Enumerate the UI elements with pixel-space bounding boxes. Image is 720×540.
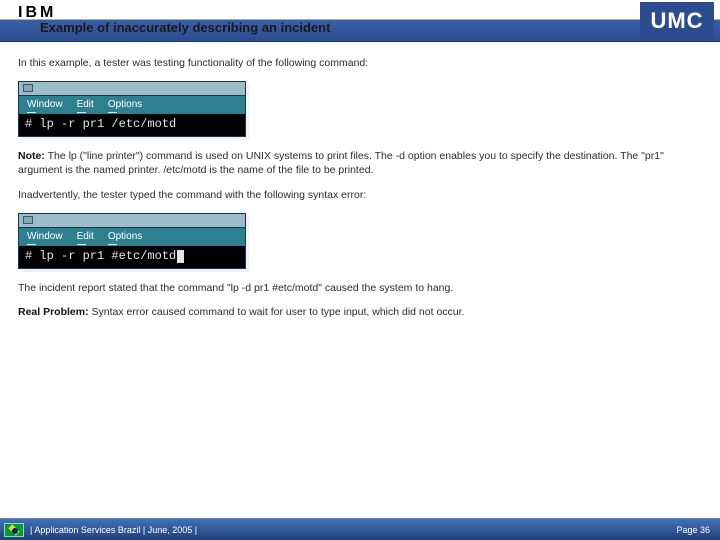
terminal-menubar: Window Edit Options bbox=[19, 96, 245, 114]
menu-edit: Edit bbox=[77, 230, 94, 244]
umc-logo: UMC bbox=[640, 2, 714, 40]
page-number: Page 36 bbox=[676, 525, 710, 535]
cursor-icon bbox=[177, 250, 184, 263]
terminal-command-2: # lp -r pr1 #etc/motd bbox=[19, 246, 245, 268]
system-menu-icon bbox=[23, 84, 33, 92]
header-bar: IBM Example of inaccurately describing a… bbox=[0, 0, 720, 42]
footer-left: | Application Services Brazil | June, 20… bbox=[4, 523, 197, 537]
slide-content: In this example, a tester was testing fu… bbox=[0, 42, 720, 320]
terminal-command-1: # lp -r pr1 /etc/motd bbox=[19, 114, 245, 136]
note-label: Note: bbox=[18, 150, 45, 162]
slide-title: Example of inaccurately describing an in… bbox=[40, 20, 330, 35]
terminal-window-1: Window Edit Options # lp -r pr1 /etc/mot… bbox=[18, 81, 246, 137]
menu-window: Window bbox=[27, 230, 63, 244]
intro-text: In this example, a tester was testing fu… bbox=[18, 56, 702, 71]
inadvertent-text: Inadvertently, the tester typed the comm… bbox=[18, 188, 702, 203]
terminal-window-2: Window Edit Options # lp -r pr1 #etc/mot… bbox=[18, 213, 246, 269]
footer-bar: | Application Services Brazil | June, 20… bbox=[0, 518, 720, 540]
terminal-titlebar bbox=[19, 214, 245, 228]
terminal-command-2-text: # lp -r pr1 #etc/motd bbox=[25, 248, 176, 265]
real-problem-text: Syntax error caused command to wait for … bbox=[89, 306, 465, 318]
note-paragraph: Note: The lp ("line printer") command is… bbox=[18, 149, 702, 178]
real-problem-label: Real Problem: bbox=[18, 306, 89, 318]
menu-options: Options bbox=[108, 230, 142, 244]
menu-window: Window bbox=[27, 98, 63, 112]
footer-info: | Application Services Brazil | June, 20… bbox=[30, 525, 197, 535]
real-problem-paragraph: Real Problem: Syntax error caused comman… bbox=[18, 305, 702, 320]
terminal-titlebar bbox=[19, 82, 245, 96]
report-line: The incident report stated that the comm… bbox=[18, 281, 702, 296]
system-menu-icon bbox=[23, 216, 33, 224]
terminal-menubar: Window Edit Options bbox=[19, 228, 245, 246]
note-text: The lp ("line printer") command is used … bbox=[18, 150, 664, 177]
menu-edit: Edit bbox=[77, 98, 94, 112]
brazil-flag-icon bbox=[4, 523, 24, 537]
menu-options: Options bbox=[108, 98, 142, 112]
